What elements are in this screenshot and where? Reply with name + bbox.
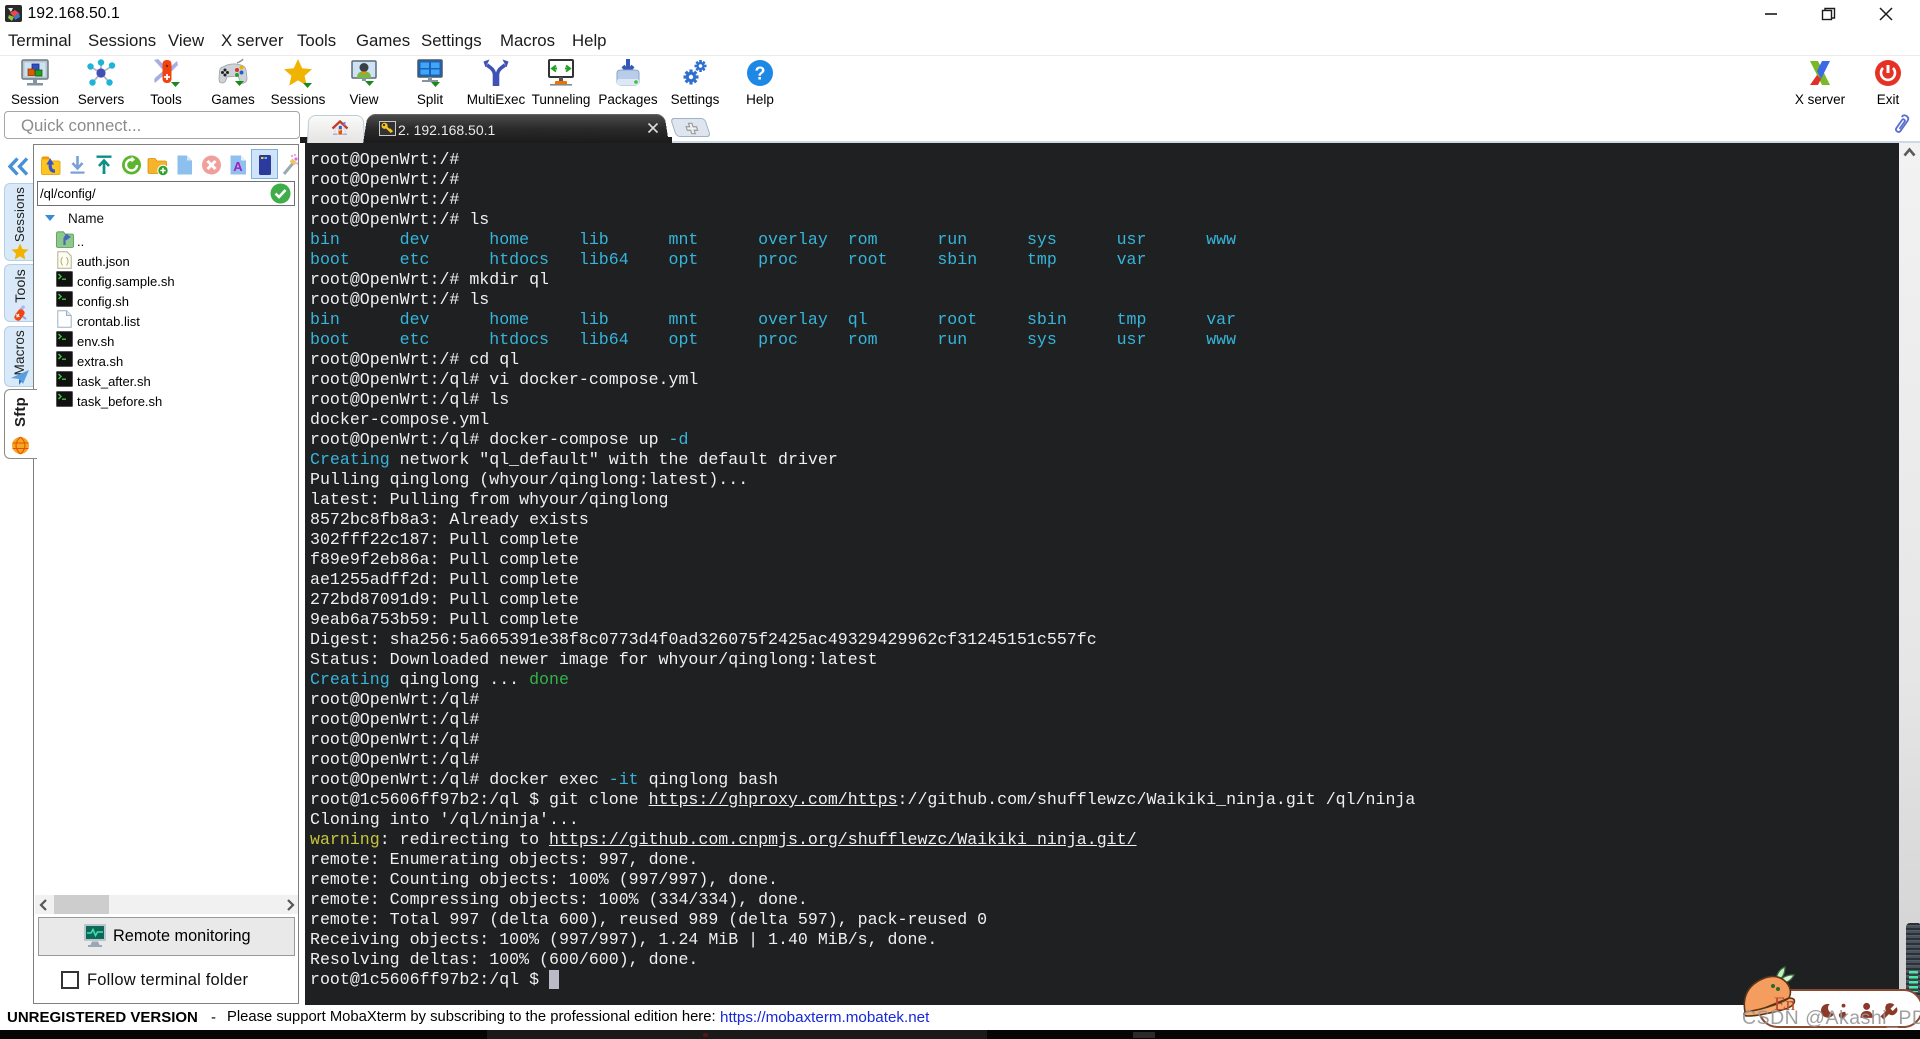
svg-text:A: A bbox=[233, 159, 243, 174]
svg-text:(): () bbox=[59, 257, 70, 267]
svg-text:?: ? bbox=[755, 64, 766, 84]
